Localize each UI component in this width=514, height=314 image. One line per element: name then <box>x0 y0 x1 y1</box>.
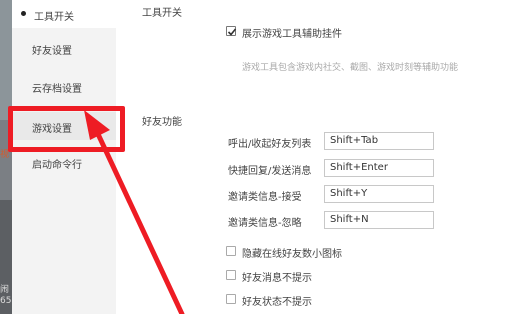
hotkey-label-toggle-friends: 呼出/收起好友列表 <box>228 139 312 150</box>
settings-sidebar: 工具开关 好友设置 云存档设置 游戏设置 启动命令行 <box>12 0 116 314</box>
strip-text: 闹 <box>0 285 10 295</box>
sidebar-item-label: 启动命令行 <box>32 160 82 171</box>
hotkey-label-quick-reply: 快捷回复/发送消息 <box>228 166 312 177</box>
sidebar-item-launch-command[interactable]: 启动命令行 <box>12 148 116 176</box>
hotkey-input-quick-reply[interactable]: Shift+Enter <box>324 159 434 177</box>
section-title-tool-switch: 工具开关 <box>142 8 182 19</box>
hotkey-input-invite-ignore[interactable]: Shift+N <box>324 211 434 229</box>
section-title-friend-features: 好友功能 <box>142 117 182 128</box>
show-tools-plugin-checkbox[interactable] <box>226 26 237 36</box>
selected-dot-icon <box>21 11 26 16</box>
mute-friend-status-label: 好友状态不提示 <box>242 297 312 308</box>
sidebar-item-tool-switch[interactable]: 工具开关 <box>12 0 116 28</box>
mute-friend-messages-checkbox[interactable] <box>226 270 236 280</box>
sidebar-item-label: 云存档设置 <box>32 84 82 95</box>
mute-friend-status-checkbox[interactable] <box>226 294 236 304</box>
mute-friend-messages-label: 好友消息不提示 <box>242 273 312 284</box>
show-tools-plugin-label: 展示游戏工具辅助挂件 <box>242 29 342 40</box>
sidebar-item-friend-settings[interactable]: 好友设置 <box>12 34 116 62</box>
checkmark-icon <box>227 28 237 36</box>
hide-online-friends-icon-checkbox[interactable] <box>226 246 236 256</box>
tools-description: 游戏工具包含游戏内社交、截图、游戏时刻等辅助功能 <box>242 63 459 73</box>
strip-text: 65 <box>0 296 12 306</box>
hotkey-label-invite-ignore: 邀请类信息-忽略 <box>228 218 302 229</box>
hotkey-label-invite-accept: 邀请类信息-接受 <box>228 192 302 203</box>
sidebar-item-label: 好友设置 <box>32 46 72 57</box>
hotkey-input-invite-accept[interactable]: Shift+Y <box>324 185 434 203</box>
sidebar-item-cloud-save[interactable]: 云存档设置 <box>12 72 116 100</box>
hide-online-friends-icon-label: 隐藏在线好友数小图标 <box>242 249 342 260</box>
sidebar-item-label: 工具开关 <box>34 12 74 23</box>
annotation-highlight-box <box>8 106 125 152</box>
background-window-strip: 视 闹 65 <box>0 0 12 314</box>
hotkey-input-toggle-friends[interactable]: Shift+Tab <box>324 132 434 150</box>
